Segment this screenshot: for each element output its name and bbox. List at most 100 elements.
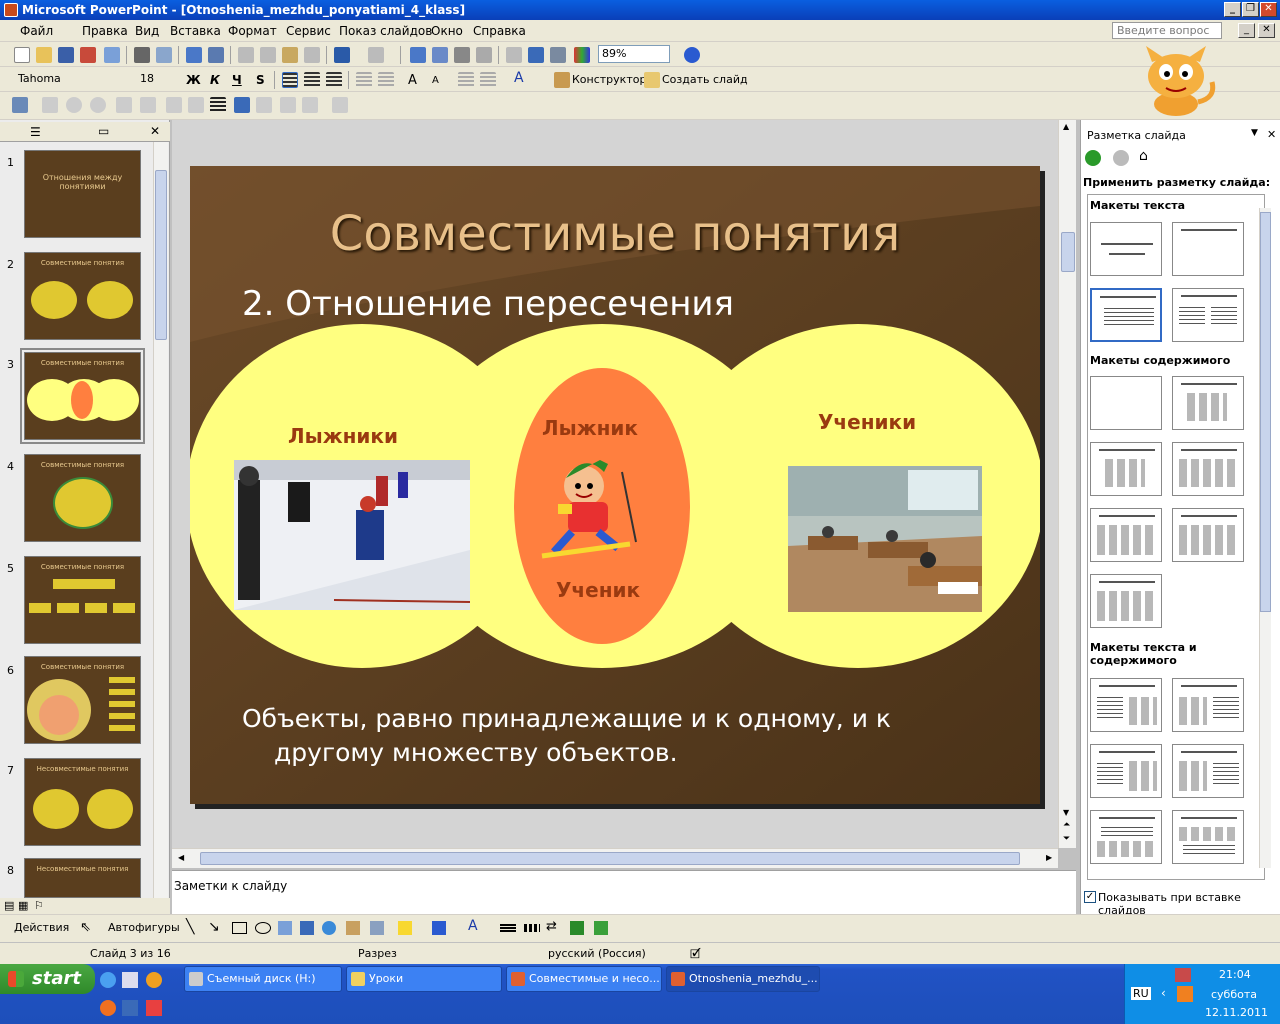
shadow-style-icon[interactable] xyxy=(570,921,584,935)
clipart-icon[interactable] xyxy=(346,921,360,935)
recolor-icon[interactable] xyxy=(256,97,272,113)
show-grid-icon[interactable] xyxy=(550,47,566,63)
menu-file[interactable]: Файл xyxy=(20,24,53,38)
scroll-thumb[interactable] xyxy=(155,170,167,340)
layout-text-two-content[interactable] xyxy=(1090,744,1162,798)
font-name-combo[interactable]: Tahoma xyxy=(14,70,132,88)
layout-blank[interactable] xyxy=(1090,376,1162,430)
align-right-icon[interactable] xyxy=(326,72,342,88)
show-on-insert-option[interactable]: ✓ Показывать при вставке слайдов xyxy=(1084,890,1280,917)
forward-icon[interactable] xyxy=(1113,150,1129,166)
menu-slideshow[interactable]: Показ слайдов xyxy=(339,24,432,38)
thumbnail-slide-4[interactable]: Совместимые понятия xyxy=(24,454,141,542)
outline-tab[interactable]: ☰ xyxy=(30,125,41,139)
scroll-up-icon[interactable]: ▲ xyxy=(1063,122,1069,131)
line-color-icon[interactable] xyxy=(432,921,446,935)
slide-title[interactable]: Совместимые понятия xyxy=(190,206,1040,262)
slides-pane-scrollbar[interactable] xyxy=(153,142,168,898)
ie-icon[interactable] xyxy=(100,972,116,988)
back-icon[interactable] xyxy=(1085,150,1101,166)
font-color-icon[interactable]: A xyxy=(468,918,478,934)
layout-content[interactable] xyxy=(1172,376,1244,430)
increase-font-icon[interactable]: A xyxy=(408,73,417,88)
taskpane-menu-icon[interactable]: ▼ xyxy=(1251,128,1258,138)
tray-media-icon[interactable] xyxy=(1177,986,1193,1002)
menu-insert[interactable]: Вставка xyxy=(170,24,221,38)
copy-icon[interactable] xyxy=(260,47,276,63)
office-assistant-cat[interactable] xyxy=(1132,46,1220,118)
set-transparent-icon[interactable] xyxy=(302,97,318,113)
language-indicator[interactable]: RU xyxy=(1131,987,1151,1000)
crop-icon[interactable] xyxy=(166,97,182,113)
scroll-thumb[interactable] xyxy=(1260,212,1271,612)
menu-help[interactable]: Справка xyxy=(473,24,526,38)
arrow-icon[interactable]: ↘ xyxy=(208,919,220,935)
research-icon[interactable] xyxy=(208,47,224,63)
scroll-down-icon[interactable]: ▼ xyxy=(1063,808,1069,817)
label-pupils[interactable]: Ученики xyxy=(818,410,916,434)
close-pane-icon[interactable]: ✕ xyxy=(150,124,160,138)
home-icon[interactable]: ⌂ xyxy=(1139,148,1148,164)
slide-body-line-2[interactable]: другому множеству объектов. xyxy=(274,738,678,767)
quicklaunch-icon-2[interactable] xyxy=(122,1000,138,1016)
taskbar-item-presentation-2[interactable]: Otnoshenia_mezhdu_... xyxy=(666,966,820,992)
arrow-style-icon[interactable]: ⇄ xyxy=(546,919,557,934)
actions-menu[interactable]: Действия xyxy=(14,921,69,934)
shadow-button[interactable]: S xyxy=(256,73,265,87)
next-slide-icon[interactable]: ⏷ xyxy=(1063,834,1070,844)
sorter-view-icon[interactable]: ▦ xyxy=(18,899,28,912)
new-slide-button[interactable]: Создать слайд xyxy=(662,73,748,86)
save-icon[interactable] xyxy=(58,47,74,63)
paste-icon[interactable] xyxy=(282,47,298,63)
select-pointer-icon[interactable]: ⇖ xyxy=(80,920,91,935)
slide-vertical-scrollbar[interactable]: ▲ ▼ ⏶ ⏷ xyxy=(1058,120,1076,848)
slides-tab[interactable]: ▭ xyxy=(98,124,109,138)
scroll-right-icon[interactable]: ▶ xyxy=(1046,853,1052,862)
wordart-icon[interactable] xyxy=(300,921,314,935)
insert-table-icon[interactable] xyxy=(432,47,448,63)
3d-style-icon[interactable] xyxy=(594,921,608,935)
font-size-combo[interactable]: 18 xyxy=(136,70,172,88)
doc-minimize-button[interactable]: _ xyxy=(1238,23,1255,38)
previous-slide-icon[interactable]: ⏶ xyxy=(1063,820,1070,830)
classroom-photo[interactable] xyxy=(788,466,982,612)
taskpane-close-icon[interactable]: ✕ xyxy=(1267,128,1276,141)
help-icon[interactable] xyxy=(684,47,700,63)
font-color-icon[interactable]: A xyxy=(514,70,524,86)
desktop-icon[interactable] xyxy=(122,972,138,988)
more-contrast-icon[interactable] xyxy=(66,97,82,113)
spelling-icon[interactable] xyxy=(186,47,202,63)
designer-button[interactable]: Конструктор xyxy=(572,73,646,86)
tray-expand-icon[interactable]: ‹ xyxy=(1161,986,1166,1000)
current-slide[interactable]: Совместимые понятия 2. Отношение пересеч… xyxy=(190,166,1040,804)
close-button[interactable]: ✕ xyxy=(1260,2,1277,17)
layout-title-two-content[interactable] xyxy=(1090,508,1162,562)
align-center-icon[interactable] xyxy=(304,72,320,88)
layout-title-text[interactable] xyxy=(1090,288,1162,342)
tables-borders-icon[interactable] xyxy=(454,47,470,63)
oval-icon[interactable] xyxy=(255,922,271,934)
layout-four-content[interactable] xyxy=(1172,508,1244,562)
slide-body-line-1[interactable]: Объекты, равно принадлежащие и к одному,… xyxy=(242,704,891,733)
layout-title-content[interactable] xyxy=(1090,442,1162,496)
skier-clipart[interactable] xyxy=(538,452,648,570)
rectangle-icon[interactable] xyxy=(232,922,247,934)
skiers-photo[interactable] xyxy=(234,460,470,610)
zoom-combo[interactable]: 89% xyxy=(598,45,670,63)
layout-title-only[interactable] xyxy=(1172,222,1244,276)
menu-tools[interactable]: Сервис xyxy=(286,24,331,38)
picture-color-icon[interactable] xyxy=(42,97,58,113)
diagram-icon[interactable] xyxy=(322,921,336,935)
firefox-icon[interactable] xyxy=(100,1000,116,1016)
ask-question-input[interactable]: Введите вопрос xyxy=(1112,22,1222,39)
cut-icon[interactable] xyxy=(238,47,254,63)
gallery-scrollbar[interactable] xyxy=(1259,208,1271,868)
insert-chart-icon[interactable] xyxy=(410,47,426,63)
slide-horizontal-scrollbar[interactable]: ◀ ▶ xyxy=(172,848,1058,868)
increase-indent-icon[interactable] xyxy=(480,72,496,88)
textbox-icon[interactable] xyxy=(278,921,292,935)
color-grayscale-icon[interactable] xyxy=(574,47,590,63)
layout-title-slide[interactable] xyxy=(1090,222,1162,276)
layout-two-columns[interactable] xyxy=(1172,288,1244,342)
bullets-icon[interactable] xyxy=(378,72,394,88)
